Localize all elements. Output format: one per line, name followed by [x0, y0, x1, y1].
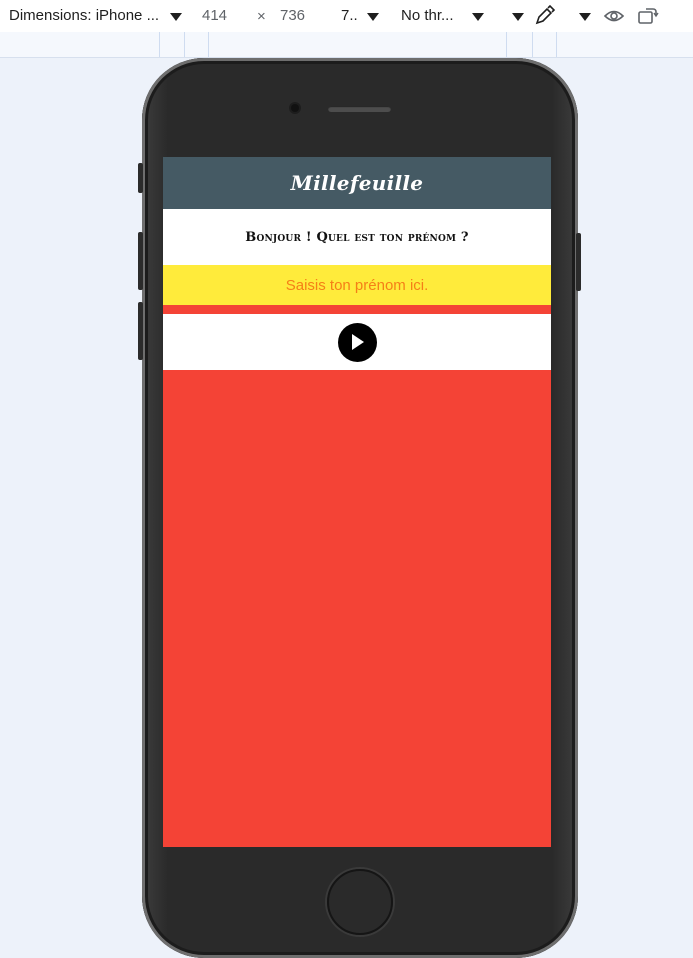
home-button[interactable]: [327, 869, 393, 935]
zoom-select[interactable]: 7..: [341, 7, 358, 24]
app-header: Millefeuille: [163, 157, 551, 209]
brand-logo: Millefeuille: [290, 171, 424, 195]
width-input[interactable]: 414: [202, 7, 227, 24]
device-screen: Millefeuille Bonjour ! Quel est ton prén…: [163, 157, 551, 847]
chevron-down-icon[interactable]: [512, 13, 524, 21]
eyedropper-icon[interactable]: [534, 4, 556, 30]
question-card: Bonjour ! Quel est ton prénom ?: [163, 209, 551, 265]
name-input[interactable]: [163, 265, 551, 305]
camera-icon: [291, 104, 299, 112]
speaker-grille: [328, 106, 391, 112]
chevron-down-icon[interactable]: [472, 13, 484, 21]
chevron-down-icon[interactable]: [170, 13, 182, 21]
chevron-down-icon[interactable]: [579, 13, 591, 21]
throttle-select[interactable]: No thr...: [401, 7, 454, 24]
device-select[interactable]: Dimensions: iPhone ...: [9, 7, 159, 24]
media-query-ruler: [0, 32, 693, 58]
rotate-icon[interactable]: [637, 6, 659, 30]
eye-icon[interactable]: [603, 7, 625, 29]
question-text: Bonjour ! Quel est ton prénom ?: [245, 229, 469, 245]
mute-switch: [138, 163, 143, 193]
volume-up-button: [138, 232, 143, 290]
times-sign: ×: [257, 8, 266, 25]
play-button[interactable]: [337, 322, 377, 362]
chevron-down-icon[interactable]: [367, 13, 379, 21]
height-input[interactable]: 736: [280, 7, 305, 24]
device-toolbar: Dimensions: iPhone ... 414 × 736 7.. No …: [0, 0, 693, 32]
play-icon: [352, 334, 364, 350]
play-card: [163, 314, 551, 370]
volume-down-button: [138, 302, 143, 360]
power-button: [576, 233, 581, 291]
